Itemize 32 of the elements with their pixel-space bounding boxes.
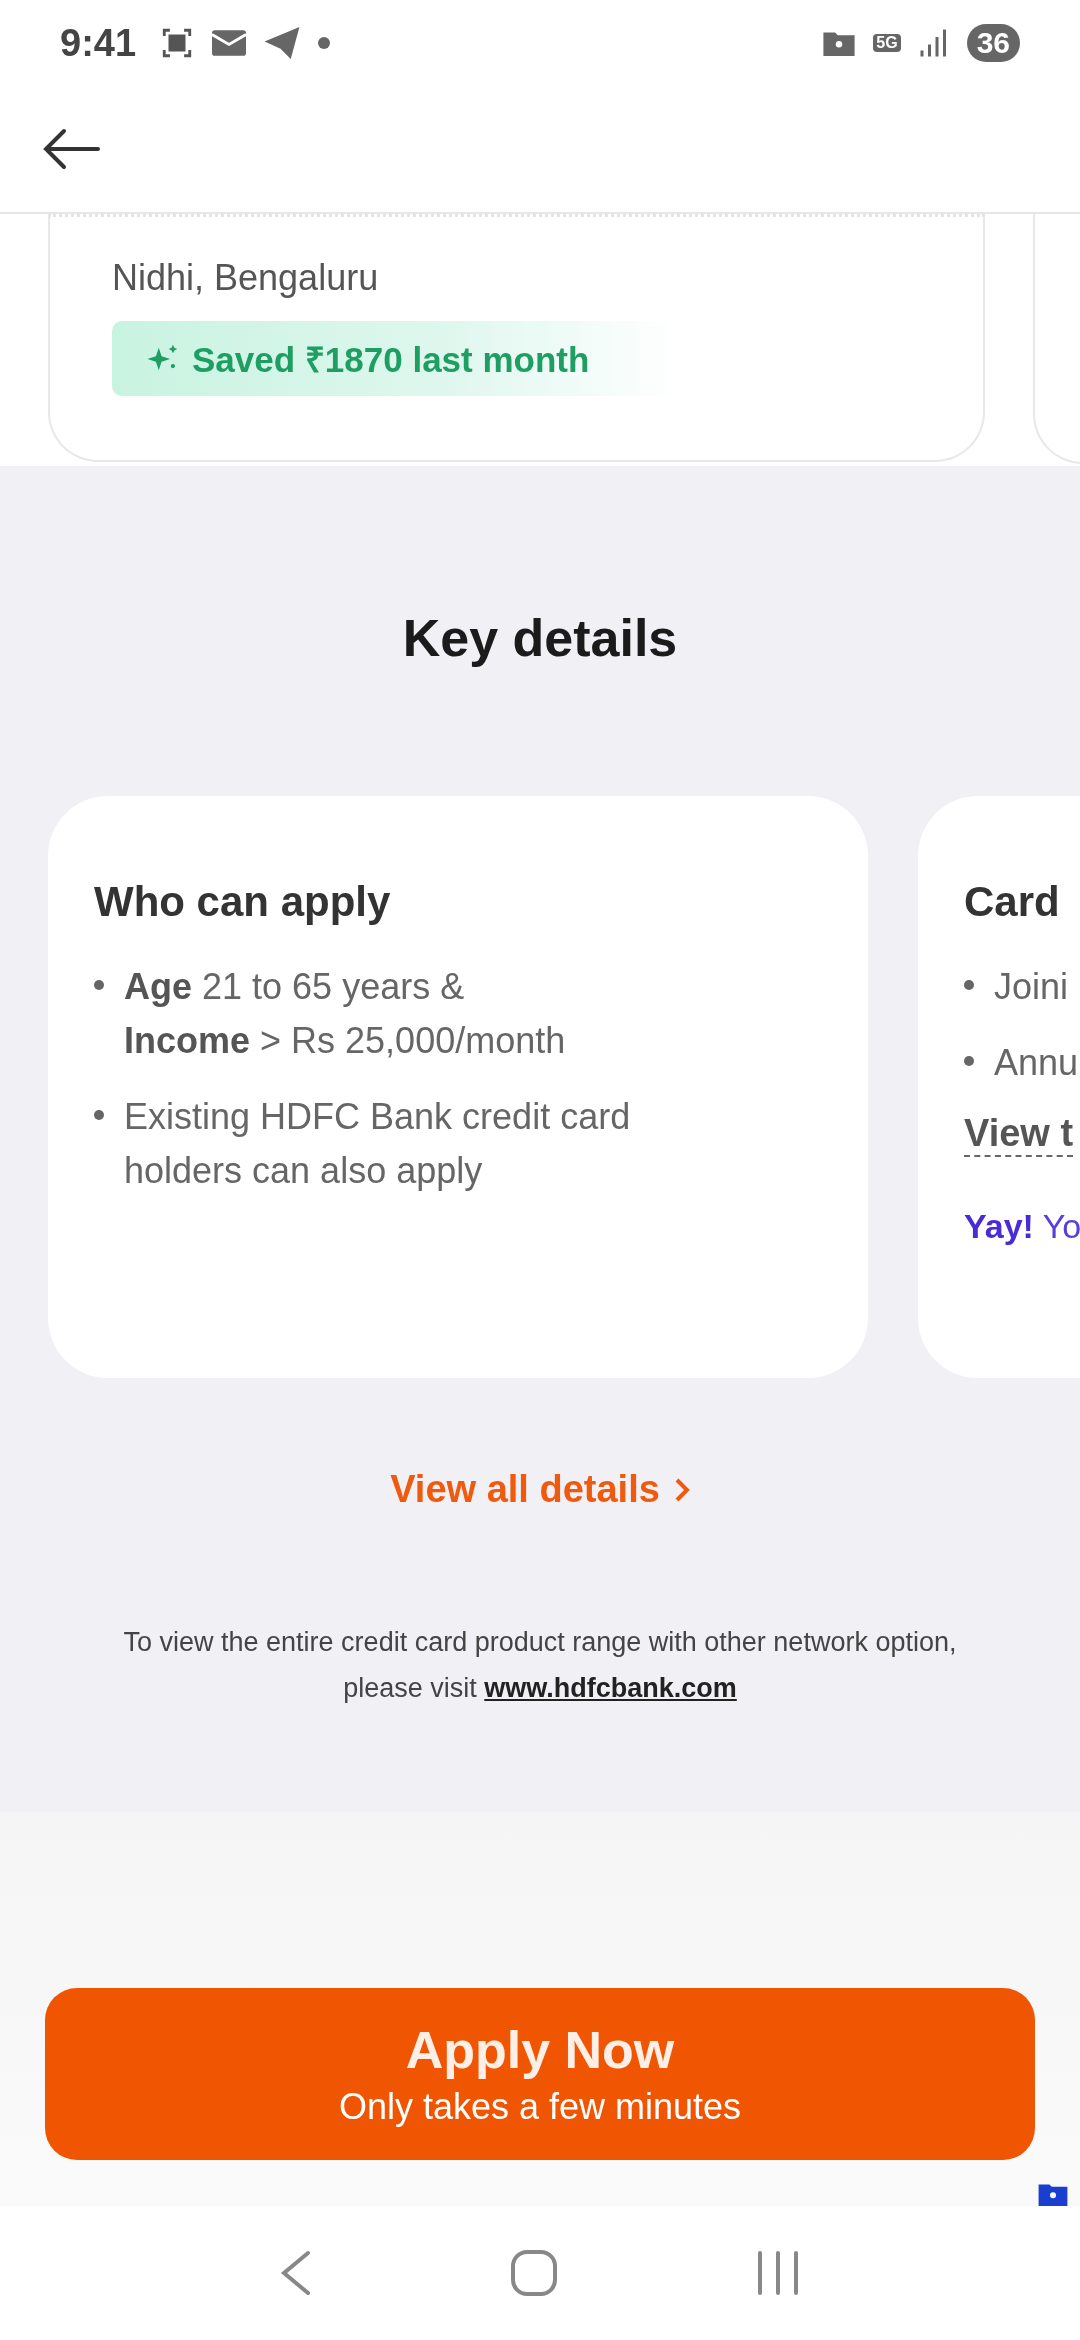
bullet-icon	[94, 980, 104, 990]
detail-text: holders can also apply	[124, 1149, 484, 1193]
signal-icon	[918, 28, 949, 58]
card-title: Card	[964, 878, 1061, 926]
website-link[interactable]: www.hdfcbank.com	[484, 1673, 737, 1703]
dot-icon	[318, 37, 331, 49]
nav-back-button[interactable]	[279, 2249, 312, 2297]
detail-text: Annu	[994, 1041, 1079, 1085]
back-button[interactable]	[42, 127, 102, 171]
detail-text: Joini	[994, 965, 1069, 1009]
status-time: 9:41	[60, 21, 137, 65]
detail-text: Age 21 to 65 years &	[124, 965, 466, 1009]
apply-button[interactable]: Apply Now Only takes a few minutes	[45, 1988, 1035, 2160]
chevron-icon	[673, 1476, 690, 1503]
mail-icon	[212, 30, 247, 56]
detail-text: Existing HDFC Bank credit card	[124, 1095, 631, 1139]
bullet-icon	[964, 1056, 974, 1066]
detail-text: Income > Rs 25,000/month	[124, 1019, 566, 1063]
bullet-icon	[94, 1110, 104, 1120]
folder-lock-icon	[823, 30, 856, 56]
footer-text: To view the entire credit card product range with other network option, please visit www.hdfcbank.com	[123, 1626, 957, 1705]
section-title: Key details	[402, 608, 678, 668]
reviewer-name: Nidhi, Bengaluru	[112, 257, 380, 299]
bullet-icon	[964, 980, 974, 990]
eligibility-note: Yay! Yo	[964, 1207, 1080, 1246]
network-type: 5G	[873, 34, 901, 52]
details-link[interactable]: View t	[964, 1112, 1074, 1157]
send-icon	[264, 27, 301, 59]
home-button[interactable]	[511, 2250, 557, 2296]
recents-button[interactable]	[756, 2250, 801, 2296]
battery-level: 36	[966, 24, 1020, 62]
card-title: Who can apply	[94, 878, 392, 926]
